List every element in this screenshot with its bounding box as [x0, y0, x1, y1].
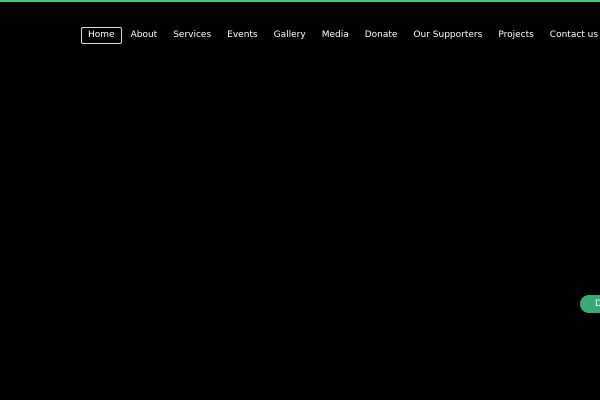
nav-item-about[interactable]: About	[124, 27, 165, 44]
nav-item-services[interactable]: Services	[166, 27, 218, 44]
nav-item-our-supporters[interactable]: Our Supporters	[406, 27, 489, 44]
nav-item-events[interactable]: Events	[220, 27, 264, 44]
nav-item-media[interactable]: Media	[315, 27, 356, 44]
side-tab-label: D	[595, 299, 600, 309]
nav-item-gallery[interactable]: Gallery	[267, 27, 313, 44]
nav-item-contact-us[interactable]: Contact us	[543, 27, 600, 44]
top-accent-bar	[0, 0, 600, 2]
nav-item-donate[interactable]: Donate	[358, 27, 405, 44]
side-tab-button[interactable]: D	[580, 295, 600, 313]
main-navigation: Home About Services Events Gallery Media…	[81, 27, 600, 44]
nav-item-home[interactable]: Home	[81, 27, 122, 44]
nav-item-projects[interactable]: Projects	[491, 27, 540, 44]
page: Home About Services Events Gallery Media…	[0, 0, 600, 400]
